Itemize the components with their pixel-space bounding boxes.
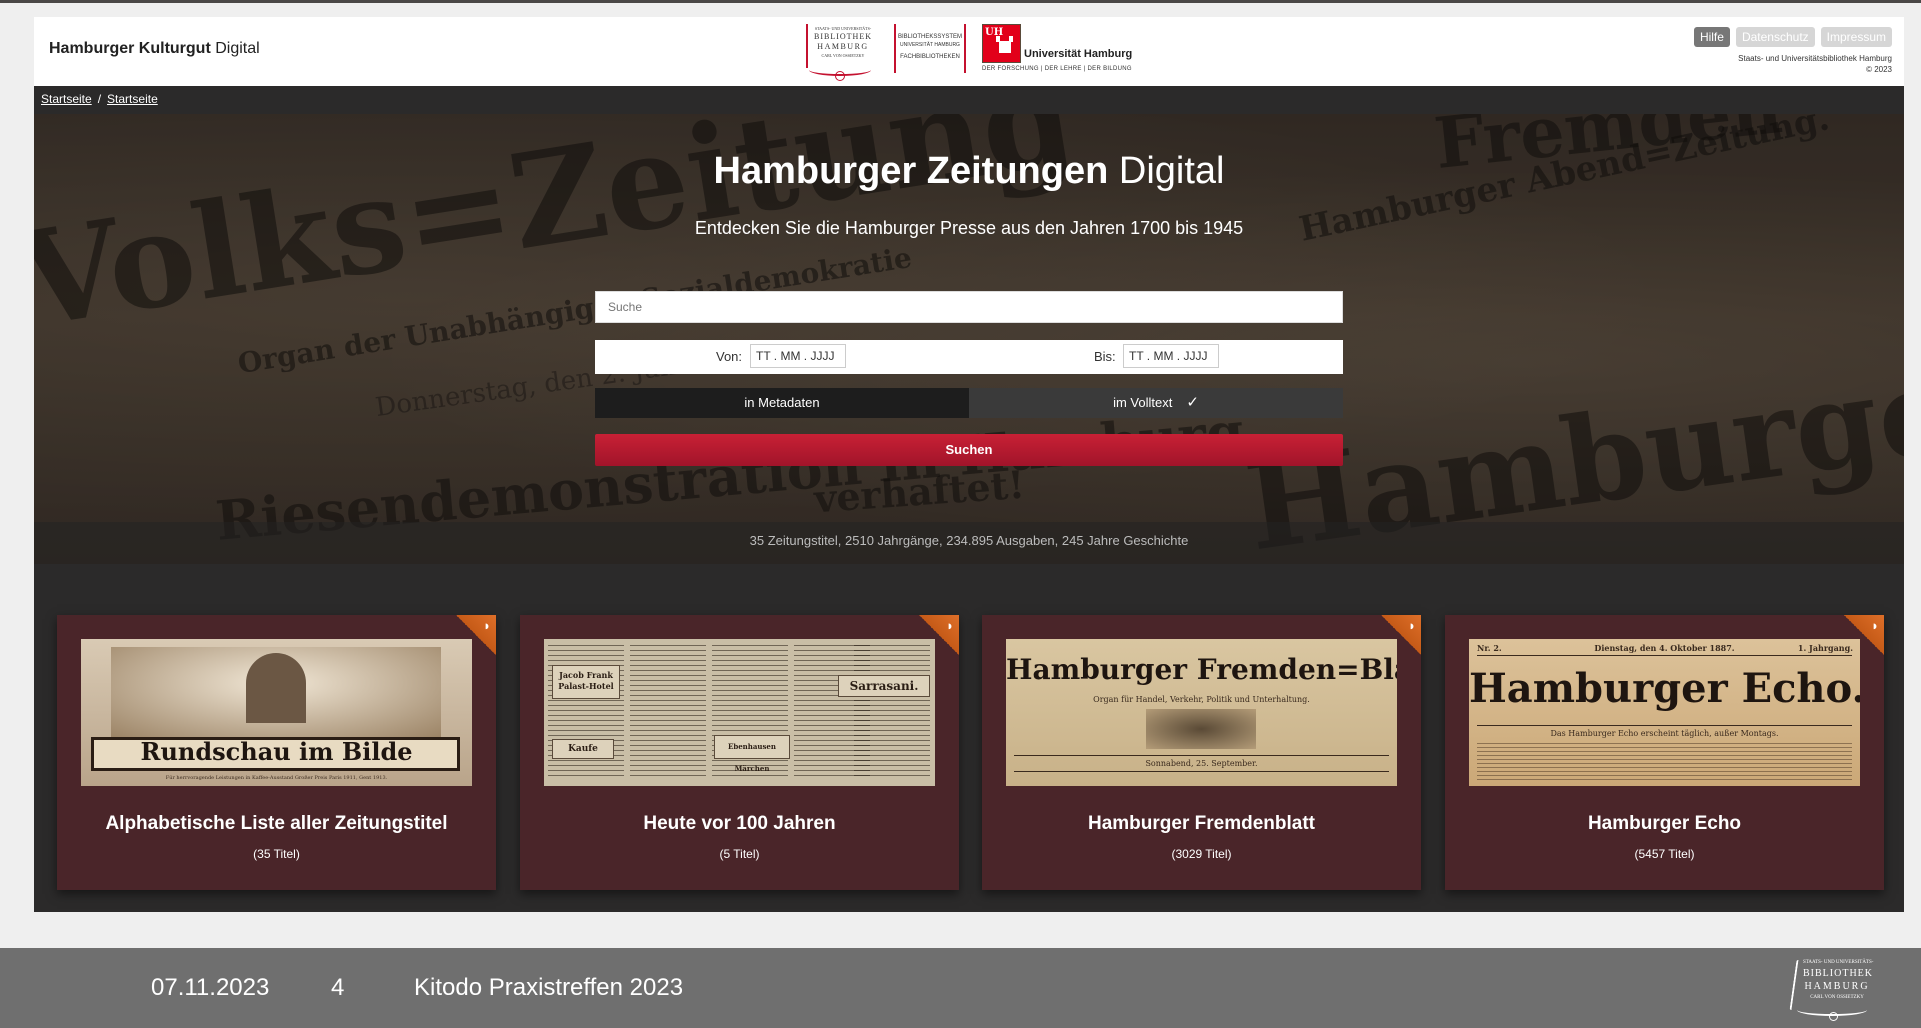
thumb-sub: Das Hamburger Echo erscheint täglich, au… [1550,729,1779,738]
hero-title: Hamburger Zeitungen Digital [34,150,1904,193]
thumb-sub: Organ für Handel, Verkehr, Politik und U… [1093,695,1310,704]
brand-light: Digital [210,40,260,57]
uhh-tagline: DER FORSCHUNG | DER LEHRE | DER BILDUNG [982,66,1132,72]
thumb-date: Sonnabend, 25. September. [1145,759,1258,768]
logo-bs-line2: UNIVERSITÄT HAMBURG [900,42,960,48]
rss-feed-icon[interactable]: ◗ [1380,615,1421,656]
card-count: (35 Titel) [253,847,300,861]
logo-sub-line1: STAATS- UND UNIVERSITÄTS- [814,26,872,31]
card-title: Hamburger Echo [1587,813,1742,834]
site-brand[interactable]: Hamburger Kulturgut Digital [49,40,260,58]
toggle-metadata[interactable]: in Metadaten [595,388,969,418]
rss-feed-icon[interactable]: ◗ [918,615,959,656]
breadcrumb-link-home[interactable]: Startseite [41,92,92,106]
breadcrumb-separator: / [97,92,102,106]
thumb-headline: Hamburger Echo. [1469,665,1860,712]
help-button[interactable]: Hilfe [1693,27,1730,47]
card-title-list[interactable]: Rundschau im Bilde Für herrvoragende Lei… [57,615,496,890]
privacy-button[interactable]: Datenschutz [1735,27,1815,47]
header-copyright: Staats- und Universitätsbibliothek Hambu… [1738,53,1892,75]
hero-title-light: Digital [1108,150,1225,192]
brand-bold: Hamburger Kulturgut [49,40,211,57]
uni-hamburg-logo[interactable]: UH Universität Hamburg DER FORSCHUNG | D… [982,24,1142,78]
card-thumbnail: Hamburger Fremden=Blatt. Organ für Hande… [1006,639,1397,786]
checkmark-icon: ✓ [1186,394,1199,411]
date-range-row: Von: TT . MM . JJJJ Bis: TT . MM . JJJJ [595,340,1343,374]
toggle-metadata-label: in Metadaten [744,395,820,410]
statue-figure [246,653,306,723]
thumb-top-right: 1. Jahrgang. [1797,643,1853,653]
card-fremdenblatt[interactable]: Hamburger Fremden=Blatt. Organ für Hande… [982,615,1421,890]
footer-sub-logo: STAATS- UND UNIVERSITÄTS- BIBLIOTHEK HAM… [1789,958,1874,1021]
search-button[interactable]: Suchen [595,434,1343,466]
card-count: (3029 Titel) [1171,847,1232,861]
footer-page-number: 4 [331,974,345,1001]
imprint-button[interactable]: Impressum [1820,27,1892,47]
thumb-ad-palast: Jacob Frank Palast-Hotel [552,665,620,699]
from-date-input[interactable]: TT . MM . JJJJ [750,344,846,368]
footer-logo-line3: HAMBURG [1804,981,1870,992]
uhh-name: Universität Hamburg [1024,48,1133,60]
search-input[interactable] [595,291,1343,323]
card-title: Hamburger Fremdenblatt [1088,813,1315,834]
toggle-fulltext-label: im Volltext [1113,395,1173,410]
bibliothekssystem-logo[interactable]: BIBLIOTHEKSSYSTEM UNIVERSITÄT HAMBURG FA… [894,24,966,73]
logo-bs-line3: FACHBIBLIOTHEKEN [900,54,960,60]
footer-logo-line2: BIBLIOTHEK [1803,968,1873,979]
rss-feed-icon[interactable]: ◗ [1843,615,1884,656]
card-count: (5457 Titel) [1634,847,1695,861]
hero-subtitle: Entdecken Sie die Hamburger Presse aus d… [694,218,1244,238]
logo-sub-line4: CARL VON OSSIETZKY [821,53,865,58]
footer-logo-line4: CARL VON OSSIETZKY [1810,995,1864,1000]
hero-title-bold: Hamburger Zeitungen [713,150,1109,192]
card-title: Alphabetische Liste aller Zeitungstitel [105,813,448,834]
thumb-ad-kaufe: Kaufe [552,739,614,759]
hero-section: Volks=Zeitung Organ der Unabhängigen Soz… [34,114,1904,564]
copyright-line2: © 2023 [1866,65,1892,74]
search-scope-toggle: in Metadaten im Volltext ✓ [595,388,1343,418]
footer-title: Kitodo Praxistreffen 2023 [414,974,684,1001]
card-title: Heute vor 100 Jahren [643,813,836,834]
footer-date: 07.11.2023 [151,974,270,1001]
logo-sub-line3: HAMBURG [817,42,869,51]
thumb-ad-maerchen: Ebenhausen Märchen [714,735,790,773]
thumb-ad-sarrasani: Sarrasani. [838,675,930,697]
toggle-fulltext[interactable]: im Volltext ✓ [969,388,1343,418]
card-count: (5 Titel) [719,847,760,861]
logo-bs-line1: BIBLIOTHEKSSYSTEM [897,34,963,40]
thumb-sub: Für herrvoragende Leistungen in Kaffee-A… [165,775,388,781]
logo-sub-line2: BIBLIOTHEK [814,32,872,41]
website-screenshot: Hamburger Kulturgut Digital STAATS- UND … [34,17,1904,912]
sub-hamburg-logo[interactable]: STAATS- UND UNIVERSITÄTS- BIBLIOTHEK HAM… [805,24,875,81]
card-thumbnail: Kaufe Sarrasani. Jacob Frank Palast-Hote… [544,639,935,786]
thumb-vignette [1146,709,1256,749]
to-date-input[interactable]: TT . MM . JJJJ [1123,344,1219,368]
thumb-headline: Rundschau im Bilde [140,737,413,766]
thumb-headline: Hamburger Fremden=Blatt. [1006,653,1397,686]
copyright-line1: Staats- und Universitätsbibliothek Hambu… [1738,54,1892,63]
footer-logo-line1: STAATS- UND UNIVERSITÄTS- [1803,960,1874,965]
card-today-100-years[interactable]: Kaufe Sarrasani. Jacob Frank Palast-Hote… [520,615,959,890]
collection-stats: 35 Zeitungstitel, 2510 Jahrgänge, 234.89… [749,533,1189,548]
to-label: Bis: [1094,349,1116,364]
uhh-mark: UH [985,27,1004,38]
from-label: Von: [716,349,743,364]
header-buttons: Hilfe Datenschutz Impressum [1693,27,1892,47]
rss-feed-icon[interactable]: ◗ [455,615,496,656]
site-header: Hamburger Kulturgut Digital STAATS- UND … [34,17,1904,86]
card-thumbnail: Nr. 2. Dienstag, den 4. Oktober 1887. 1.… [1469,639,1860,786]
card-hamburger-echo[interactable]: Nr. 2. Dienstag, den 4. Oktober 1887. 1.… [1445,615,1884,890]
collection-cards: Rundschau im Bilde Für herrvoragende Lei… [34,564,1904,912]
card-thumbnail: Rundschau im Bilde Für herrvoragende Lei… [81,639,472,786]
breadcrumb: Startseite / Startseite [41,92,158,106]
castle-icon [996,36,1013,53]
breadcrumb-link-current[interactable]: Startseite [107,92,158,106]
slide-footer: 07.11.2023 4 Kitodo Praxistreffen 2023 S… [0,948,1921,1028]
